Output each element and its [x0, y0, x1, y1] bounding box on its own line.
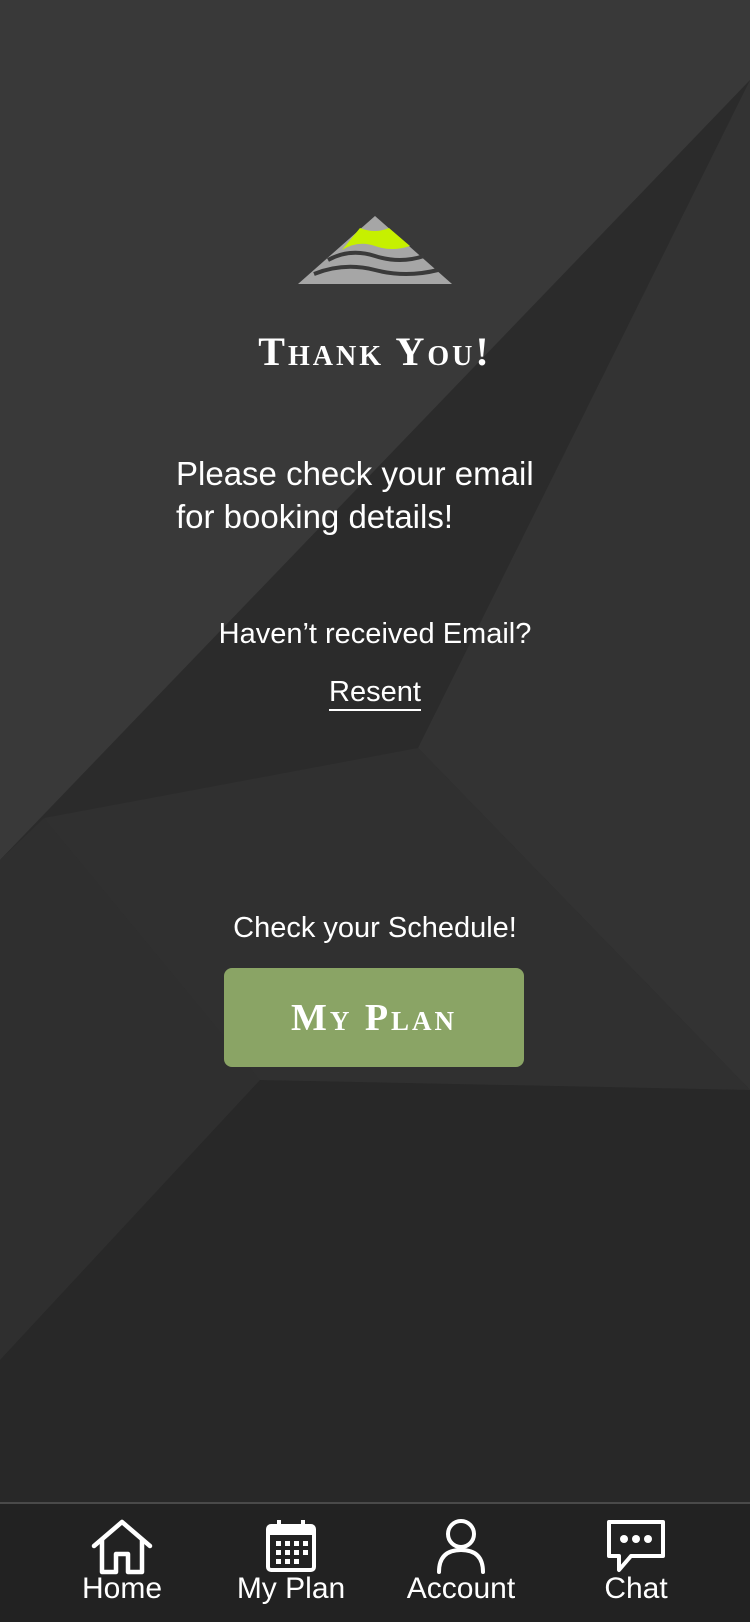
tab-account[interactable]: Account	[396, 1504, 526, 1622]
tab-my-plan[interactable]: My Plan	[226, 1504, 356, 1622]
tab-chat[interactable]: Chat	[590, 1504, 682, 1622]
page-title: Thank You!	[258, 329, 492, 374]
tab-account-label: Account	[406, 1572, 516, 1605]
tab-home[interactable]: Home	[70, 1504, 174, 1622]
calendar-icon	[266, 1520, 316, 1572]
tab-my-plan-label: My Plan	[236, 1572, 346, 1605]
resent-link-label[interactable]: Resent	[329, 676, 421, 711]
thank-you-screen: Thank You! Please check your email for b…	[0, 0, 750, 1622]
my-plan-button[interactable]: My Plan	[224, 968, 524, 1067]
bottom-tab-bar: Home My Plan Account Chat	[0, 1502, 750, 1622]
tab-chat-label: Chat	[604, 1572, 668, 1605]
schedule-prompt: Check your Schedule!	[233, 912, 517, 944]
person-icon	[437, 1519, 485, 1574]
home-icon	[91, 1519, 153, 1575]
email-note-line2: for booking details!	[176, 498, 454, 535]
tab-home-label: Home	[81, 1572, 163, 1605]
resent-email-link[interactable]: Resent	[0, 676, 750, 711]
email-check-message: Please check your email for booking deta…	[176, 452, 596, 538]
chat-bubble-icon	[607, 1520, 665, 1572]
brand-logo	[298, 216, 452, 284]
not-received-label: Haven’t received Email?	[218, 618, 532, 650]
email-note-line1: Please check your email	[176, 455, 534, 492]
